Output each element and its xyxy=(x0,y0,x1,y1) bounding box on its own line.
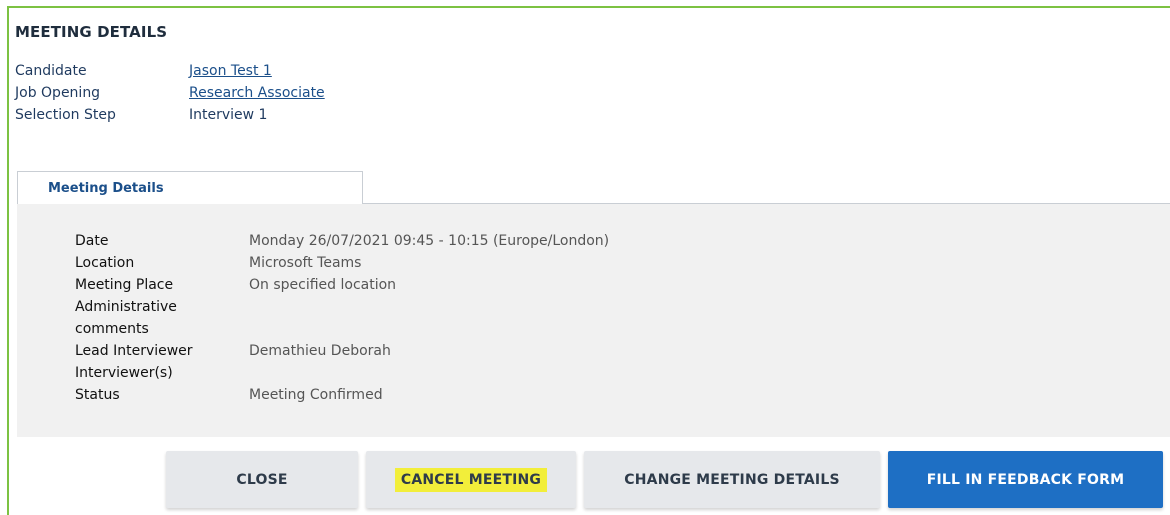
selection-step-value: Interview 1 xyxy=(189,107,268,123)
date-value: Monday 26/07/2021 09:45 - 10:15 (Europe/… xyxy=(249,233,610,249)
cancel-meeting-label: CANCEL MEETING xyxy=(394,467,548,492)
administrative-comments-label: Administrative comments xyxy=(75,299,177,337)
location-label: Location xyxy=(75,255,135,271)
job-opening-link[interactable]: Research Associate xyxy=(189,85,325,101)
lead-interviewer-label: Lead Interviewer xyxy=(75,343,193,359)
candidate-link[interactable]: Jason Test 1 xyxy=(189,63,272,79)
page-title: MEETING DETAILS xyxy=(15,23,168,41)
status-label: Status xyxy=(75,387,120,403)
detail-row-administrative-comments: Administrative comments xyxy=(75,296,609,340)
tab-strip: Meeting Details xyxy=(17,171,1170,205)
change-meeting-details-button[interactable]: CHANGE MEETING DETAILS xyxy=(584,451,880,508)
detail-row-interviewers: Interviewer(s) xyxy=(75,362,609,384)
location-value: Microsoft Teams xyxy=(249,255,362,271)
summary-row-candidate: Candidate Jason Test 1 xyxy=(15,60,325,82)
details-list: Date Monday 26/07/2021 09:45 - 10:15 (Eu… xyxy=(75,230,609,406)
summary-row-job-opening: Job Opening Research Associate xyxy=(15,82,325,104)
cancel-meeting-button[interactable]: CANCEL MEETING xyxy=(366,451,576,508)
action-buttons: CLOSE CANCEL MEETING CHANGE MEETING DETA… xyxy=(166,451,1163,508)
candidate-label: Candidate xyxy=(15,63,87,79)
detail-row-meeting-place: Meeting Place On specified location xyxy=(75,274,609,296)
summary-row-selection-step: Selection Step Interview 1 xyxy=(15,104,325,126)
detail-row-location: Location Microsoft Teams xyxy=(75,252,609,274)
meeting-place-label: Meeting Place xyxy=(75,277,174,293)
detail-row-status: Status Meeting Confirmed xyxy=(75,384,609,406)
selection-step-label: Selection Step xyxy=(15,107,116,123)
detail-row-date: Date Monday 26/07/2021 09:45 - 10:15 (Eu… xyxy=(75,230,609,252)
lead-interviewer-value: Demathieu Deborah xyxy=(249,343,391,359)
meeting-details-panel: Date Monday 26/07/2021 09:45 - 10:15 (Eu… xyxy=(17,204,1170,437)
interviewers-label: Interviewer(s) xyxy=(75,365,173,381)
tab-label: Meeting Details xyxy=(48,180,164,196)
close-button[interactable]: CLOSE xyxy=(166,451,358,508)
job-opening-label: Job Opening xyxy=(15,85,101,101)
detail-row-lead-interviewer: Lead Interviewer Demathieu Deborah xyxy=(75,340,609,362)
date-label: Date xyxy=(75,233,109,249)
tab-meeting-details[interactable]: Meeting Details xyxy=(17,171,363,205)
fill-in-feedback-form-button[interactable]: FILL IN FEEDBACK FORM xyxy=(888,451,1163,508)
status-value: Meeting Confirmed xyxy=(249,387,383,403)
meeting-summary: Candidate Jason Test 1 Job Opening Resea… xyxy=(15,60,325,126)
meeting-place-value: On specified location xyxy=(249,277,397,293)
meeting-details-window: MEETING DETAILS Candidate Jason Test 1 J… xyxy=(7,6,1170,515)
